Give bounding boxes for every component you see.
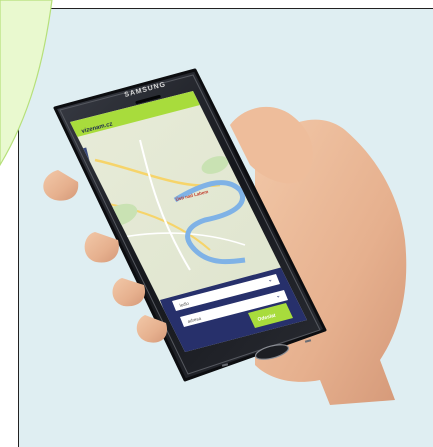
leaf-shape (0, 0, 53, 167)
scene: SAMSUNG vizenam.cz Ústí nad Labem ledlo … (0, 0, 407, 405)
hand-finger-2 (84, 232, 119, 263)
hand-finger-1 (43, 170, 79, 201)
